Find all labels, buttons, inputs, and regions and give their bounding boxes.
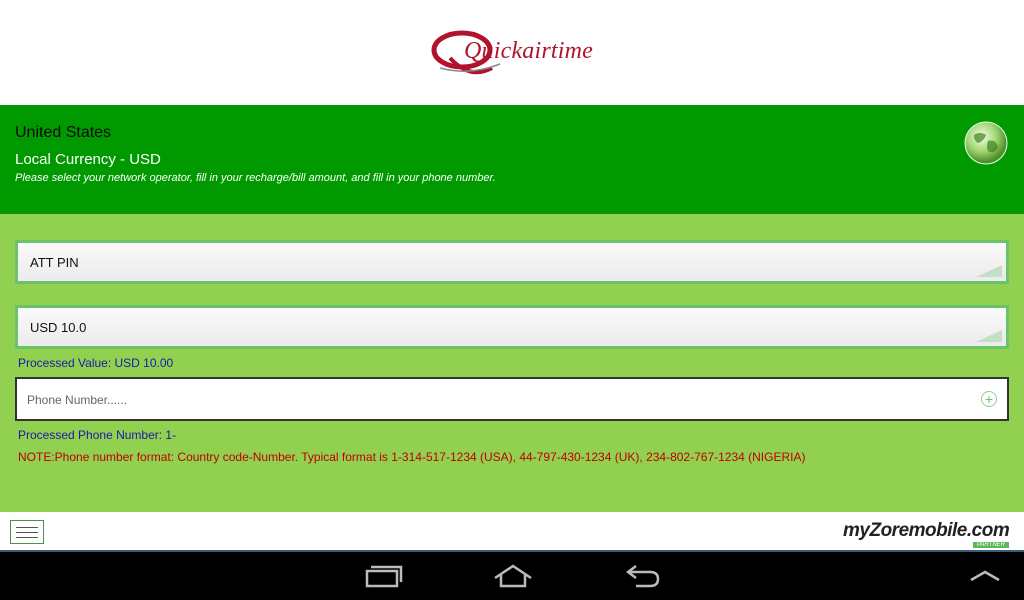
amount-select[interactable]: USD 10.0 <box>15 305 1009 349</box>
chevron-up-icon[interactable] <box>968 562 1002 590</box>
app-footer: myZoremobile.com PARTNER <box>0 512 1024 552</box>
partner-brand-logo: myZoremobile.com PARTNER <box>843 517 1015 549</box>
processed-phone-text: Processed Phone Number: 1- <box>18 428 177 442</box>
dropdown-indicator-icon <box>976 265 1002 277</box>
currency-label: Local Currency - USD <box>15 151 161 168</box>
amount-value: USD 10.0 <box>30 320 87 335</box>
system-navigation-bar <box>0 552 1024 600</box>
brand-text: myZoremobile.com <box>843 520 1010 541</box>
dropdown-indicator-icon <box>976 330 1002 342</box>
back-icon[interactable] <box>622 562 662 590</box>
brand-badge: PARTNER <box>972 542 1009 548</box>
globe-icon[interactable] <box>964 121 1008 165</box>
app-header: Quickairtime <box>0 0 1024 105</box>
phone-format-note: NOTE:Phone number format: Country code-N… <box>18 450 806 464</box>
phone-input[interactable] <box>25 387 969 413</box>
home-icon[interactable] <box>491 562 535 590</box>
logo-text: Quickairtime <box>464 38 594 64</box>
hamburger-menu-icon[interactable] <box>10 520 44 544</box>
country-label: United States <box>15 124 112 141</box>
instructions-text: Please select your network operator, fil… <box>15 172 496 184</box>
country-info-bar: United States Local Currency - USD Pleas… <box>0 105 1024 214</box>
recent-apps-icon[interactable] <box>363 562 403 590</box>
processed-value-text: Processed Value: USD 10.00 <box>18 356 174 370</box>
phone-field[interactable]: + <box>15 377 1009 421</box>
operator-value: ATT PIN <box>30 255 79 270</box>
operator-select[interactable]: ATT PIN <box>15 240 1009 284</box>
plus-circle-icon[interactable]: + <box>981 391 997 407</box>
